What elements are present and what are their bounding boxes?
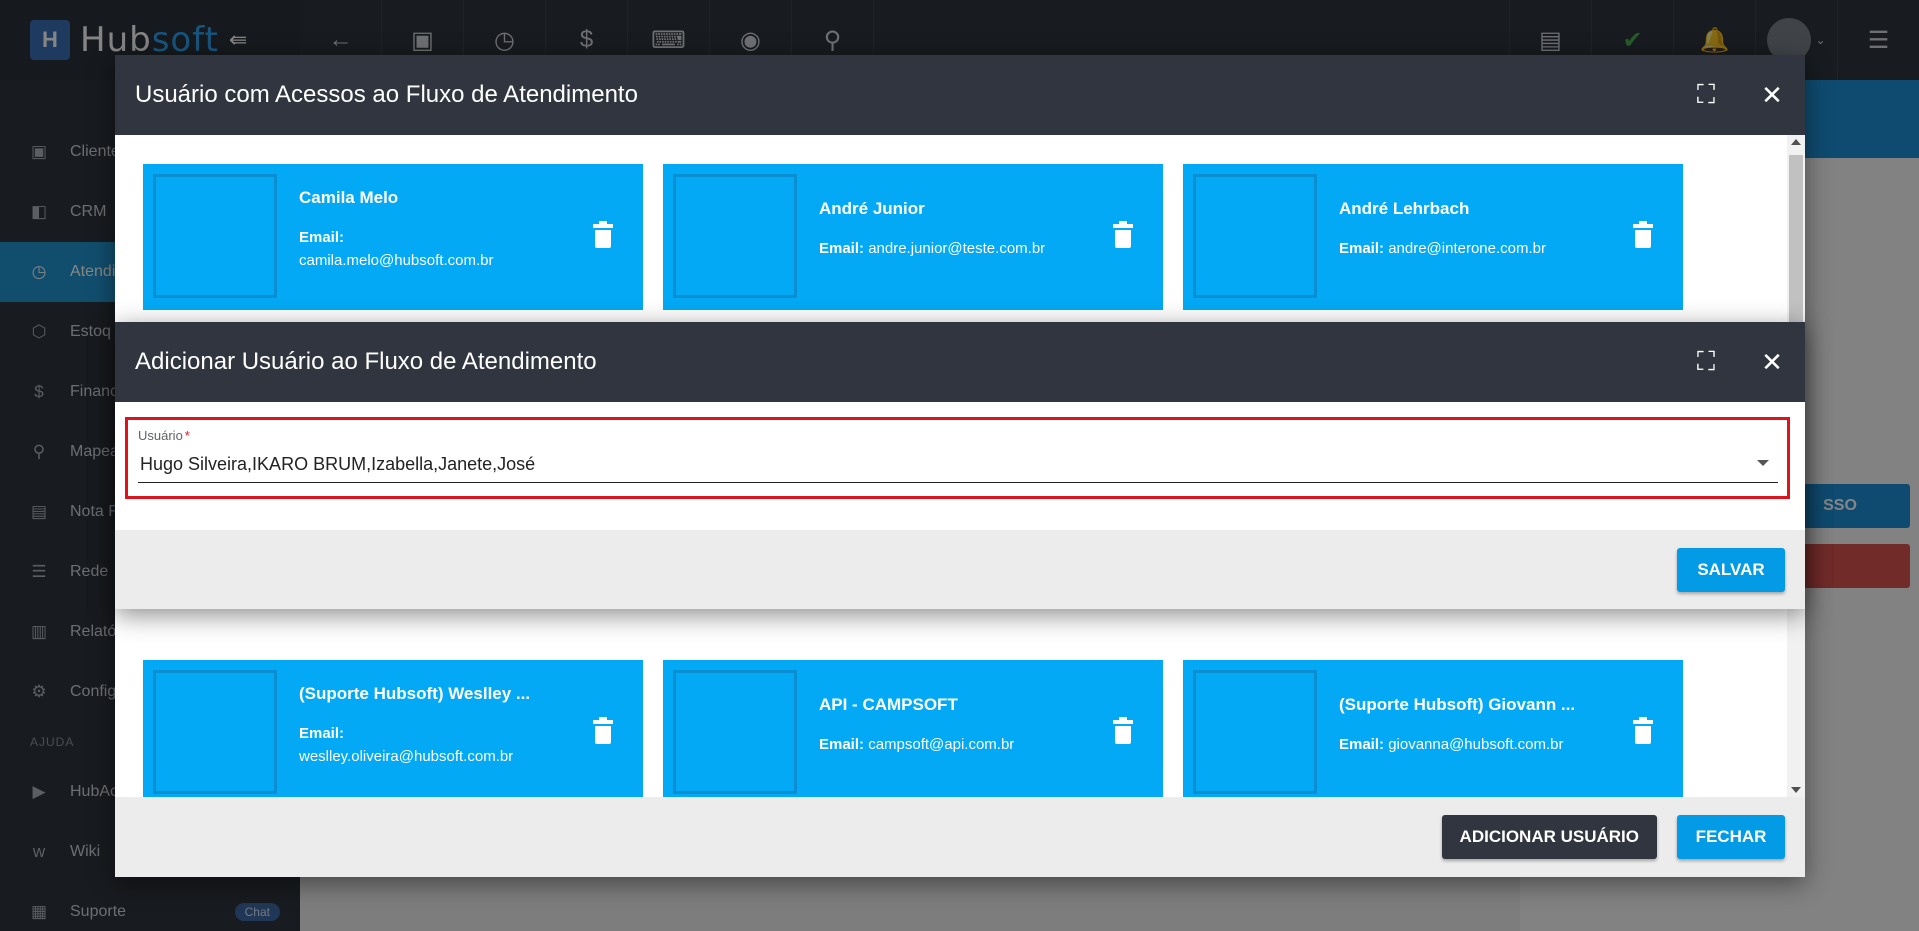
user-photo — [1193, 670, 1317, 794]
user-name: API - CAMPSOFT — [819, 695, 958, 714]
dialog-title: Usuário com Acessos ao Fluxo de Atendime… — [135, 81, 638, 108]
user-email: Email: weslley.oliveira@hubsoft.com.br — [299, 722, 589, 768]
email-value: giovanna@hubsoft.com.br — [1388, 736, 1564, 753]
scroll-down-icon[interactable] — [1791, 787, 1801, 793]
email-value: weslley.oliveira@hubsoft.com.br — [299, 748, 514, 765]
trash-icon[interactable] — [1113, 221, 1133, 248]
dropdown-arrow-icon[interactable] — [1757, 460, 1769, 466]
email-value: andre.junior@teste.com.br — [868, 240, 1046, 257]
email-label: Email: — [1339, 240, 1385, 257]
user-select-value[interactable]: Hugo Silveira,IKARO BRUM,Izabella,Janete… — [140, 454, 535, 475]
email-label: Email: — [299, 725, 345, 742]
user-name: André Junior — [819, 199, 925, 218]
required-mark: * — [184, 428, 190, 443]
user-card: Camila Melo Email: camila.melo@hubsoft.co… — [143, 164, 643, 310]
trash-icon[interactable] — [1113, 717, 1133, 744]
user-photo — [153, 670, 277, 794]
close-icon[interactable]: ✕ — [1739, 55, 1805, 135]
add-user-dialog: Adicionar Usuário ao Fluxo de Atendiment… — [115, 322, 1805, 609]
dialog-footer: ADICIONAR USUÁRIO FECHAR — [115, 797, 1805, 877]
email-value: camila.melo@hubsoft.com.br — [299, 252, 494, 269]
user-card: (Suporte Hubsoft) Giovann ... Email: gio… — [1183, 660, 1683, 797]
trash-icon[interactable] — [593, 221, 613, 248]
trash-icon[interactable] — [1633, 717, 1653, 744]
user-name: (Suporte Hubsoft) Weslley ... — [299, 684, 531, 703]
trash-icon[interactable] — [1633, 221, 1653, 248]
user-email: Email: andre@interone.com.br — [1339, 237, 1629, 260]
user-name: André Lehrbach — [1339, 199, 1470, 218]
user-photo — [673, 174, 797, 298]
user-photo — [1193, 174, 1317, 298]
user-card: (Suporte Hubsoft) Weslley ... Email: wesl… — [143, 660, 643, 797]
email-label: Email: — [819, 240, 865, 257]
user-card: André Lehrbach Email: andre@interone.com… — [1183, 164, 1683, 310]
save-button[interactable]: SALVAR — [1677, 547, 1785, 592]
user-email: Email: giovanna@hubsoft.com.br — [1339, 733, 1629, 756]
email-value: campsoft@api.com.br — [868, 736, 1015, 753]
trash-icon[interactable] — [593, 717, 613, 744]
dialog-header: Usuário com Acessos ao Fluxo de Atendime… — [115, 55, 1805, 135]
user-name: Camila Melo — [299, 188, 399, 207]
email-label: Email: — [819, 736, 865, 753]
user-card: API - CAMPSOFT Email: campsoft@api.com.b… — [663, 660, 1163, 797]
dialog-header: Adicionar Usuário ao Fluxo de Atendiment… — [115, 322, 1805, 402]
fullscreen-icon[interactable]: ⛶ — [1673, 55, 1739, 135]
add-user-button[interactable]: ADICIONAR USUÁRIO — [1441, 815, 1657, 859]
user-email: Email: campsoft@api.com.br — [819, 733, 1109, 756]
user-email: Email: camila.melo@hubsoft.com.br — [299, 226, 589, 272]
user-card: André Junior Email: andre.junior@teste.c… — [663, 164, 1163, 310]
field-underline — [138, 482, 1778, 483]
close-button[interactable]: FECHAR — [1677, 815, 1785, 859]
user-select-field[interactable]: Usuário * Hugo Silveira,IKARO BRUM,Izabel… — [125, 417, 1790, 499]
close-icon[interactable]: ✕ — [1739, 322, 1805, 402]
user-email: Email: andre.junior@teste.com.br — [819, 237, 1109, 260]
email-label: Email: — [299, 229, 345, 246]
fullscreen-icon[interactable]: ⛶ — [1673, 322, 1739, 402]
field-label: Usuário * — [138, 428, 190, 443]
email-value: andre@interone.com.br — [1388, 240, 1546, 257]
dialog-footer: SALVAR — [115, 530, 1805, 609]
dialog-title: Adicionar Usuário ao Fluxo de Atendiment… — [135, 348, 597, 375]
dialog-body: Usuário * Hugo Silveira,IKARO BRUM,Izabel… — [115, 402, 1805, 530]
user-name: (Suporte Hubsoft) Giovann ... — [1339, 695, 1576, 714]
user-photo — [153, 174, 277, 298]
user-photo — [673, 670, 797, 794]
email-label: Email: — [1339, 736, 1385, 753]
scroll-up-icon[interactable] — [1791, 139, 1801, 145]
